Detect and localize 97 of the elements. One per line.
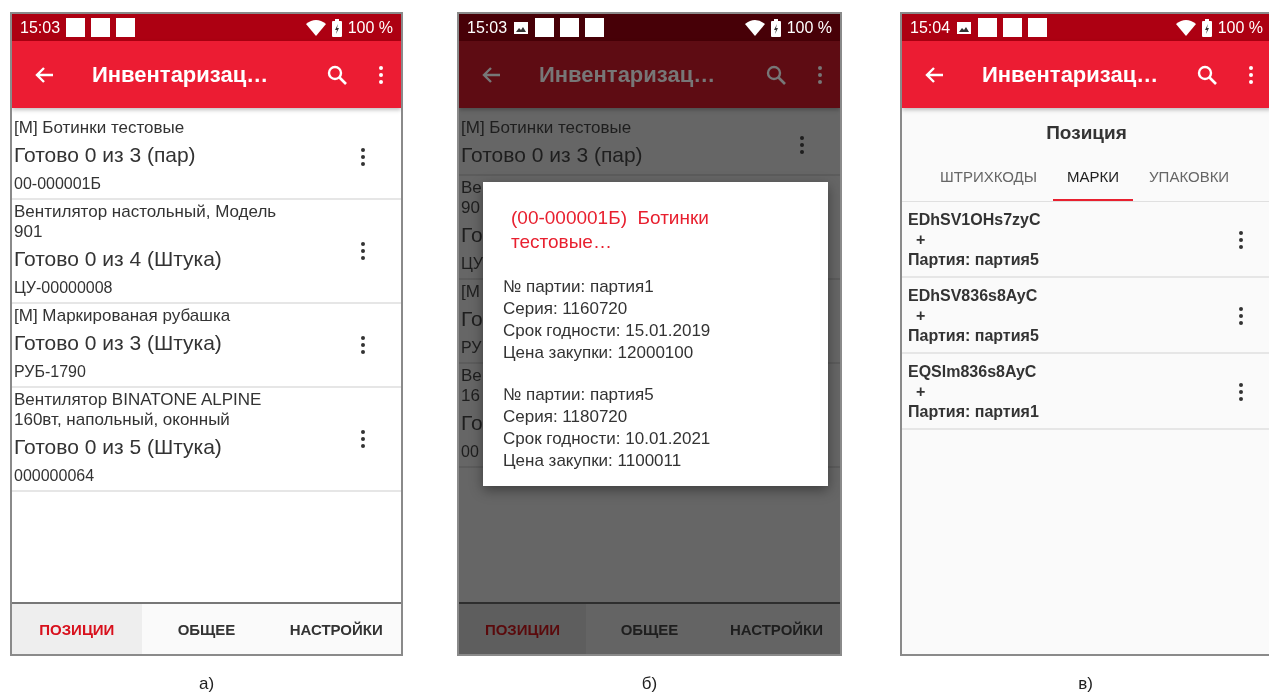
screen-title: Инвентаризац… (982, 61, 1160, 88)
clock-time: 15:03 (467, 18, 508, 37)
item-code: 00 (461, 442, 479, 462)
count-text: Го (461, 410, 483, 436)
item-name: Ве (461, 366, 482, 386)
battery-percent: 100 % (786, 18, 832, 37)
back-arrow-icon[interactable] (481, 65, 501, 84)
batch-detail: Серия: 1160720 (503, 298, 629, 320)
batch-label: Партия: партия5 (908, 326, 1040, 346)
batch-detail: Срок годности: 15.01.2019 (503, 320, 712, 342)
notification-icon (560, 18, 580, 37)
battery-icon (1201, 18, 1212, 37)
count-text: Готово 0 из 4 (Штука) (14, 246, 222, 272)
notification-icon (1003, 18, 1023, 37)
batch-detail: Цена закупки: 1100011 (503, 450, 683, 472)
notification-icon (585, 18, 605, 37)
plus-sign: + (915, 230, 927, 250)
screen-title: Инвентаризац… (539, 61, 717, 88)
item-name: [М] Ботинки тестовые (461, 118, 632, 138)
figure-caption: б) (641, 674, 658, 694)
item-name: 90 (461, 198, 480, 218)
wifi-icon (1175, 19, 1196, 36)
item-code: 000000064 (14, 466, 95, 486)
battery-percent: 100 % (1217, 18, 1263, 37)
more-options-icon[interactable] (361, 430, 365, 448)
battery-icon (770, 18, 781, 37)
image-icon (513, 19, 530, 36)
item-name: Вентилятор BINATONE ALPINE 160вт, напольный, оконный (14, 390, 263, 430)
wifi-icon (305, 19, 326, 36)
notification-icon (91, 18, 111, 37)
tab[interactable]: УПАКОВКИ (1135, 160, 1244, 201)
figure-caption: а) (198, 674, 215, 694)
more-options-icon[interactable] (1239, 307, 1243, 325)
batch-detail: № партии: партия1 (503, 276, 655, 298)
batch-detail: Цена закупки: 12000100 (503, 342, 695, 364)
section-heading: Позиция (1045, 121, 1128, 145)
notification-icon (978, 18, 998, 37)
bottom-tab[interactable]: ОБЩЕЕ (141, 604, 272, 654)
item-name: [М (461, 282, 480, 302)
clock-time: 15:03 (20, 18, 61, 37)
count-text: Готово 0 из 3 (Штука) (14, 330, 222, 356)
wifi-icon (744, 19, 765, 36)
item-name: [М] Маркированая рубашка (14, 306, 231, 326)
batch-detail: Срок годности: 10.01.2021 (503, 428, 712, 450)
tab[interactable]: МАРКИ (1053, 160, 1134, 201)
item-name: Ве (461, 178, 482, 198)
notification-icon (1028, 18, 1048, 37)
figure-caption: в) (1078, 674, 1093, 694)
item-name: Вентилятор настольный, Модель 901 (14, 202, 278, 242)
tab[interactable]: ШТРИХКОДЫ (926, 160, 1052, 201)
more-options-icon[interactable] (361, 148, 365, 166)
position-item[interactable]: [М] Маркированая рубашка Готово 0 из 3 (Штука) РУБ-1790 (12, 304, 401, 388)
search-icon[interactable] (766, 64, 786, 85)
search-icon[interactable] (327, 64, 347, 85)
item-name: [М] Ботинки тестовые (14, 118, 185, 138)
bottom-tab[interactable]: НАСТРОЙКИ (271, 604, 401, 654)
mark-item[interactable]: EDhSV836s8AyC + Партия: партия5 (902, 278, 1269, 354)
screen-title: Инвентаризац… (92, 61, 270, 88)
battery-icon (331, 18, 342, 37)
count-text: Го (461, 222, 483, 248)
batch-detail: № партии: партия5 (503, 384, 655, 406)
batch-label: Партия: партия1 (908, 402, 1040, 422)
more-options-icon[interactable] (1239, 231, 1243, 249)
mark-code: EDhSV1OHs7zyC (908, 210, 1042, 230)
position-item[interactable]: Вентилятор настольный, Модель 901 Готово 0 из 4 (Штука) ЦУ-00000008 (12, 200, 401, 304)
more-options-icon[interactable] (361, 336, 365, 354)
item-code: РУБ-1790 (14, 362, 86, 382)
batch-detail: Серия: 1180720 (503, 406, 629, 428)
position-item[interactable]: Вентилятор BINATONE ALPINE 160вт, напольный, оконный Готово 0 из 5 (Штука) 000000064 (12, 388, 401, 492)
item-code: 00-000001Б (14, 174, 101, 194)
bottom-tab[interactable]: ПОЗИЦИИ (12, 604, 142, 654)
more-options-icon[interactable] (361, 242, 365, 260)
item-name: 16 (461, 386, 480, 406)
clock-time: 15:04 (910, 18, 951, 37)
plus-sign: + (915, 382, 927, 402)
item-code: РУ (461, 338, 482, 358)
item-code: ЦУ (461, 254, 483, 274)
search-icon[interactable] (1197, 64, 1217, 85)
battery-percent: 100 % (347, 18, 393, 37)
item-code: ЦУ-00000008 (14, 278, 113, 298)
count-text: Готово 0 из 5 (Штука) (14, 434, 222, 460)
notification-icon (535, 18, 555, 37)
mark-code: EQSlm836s8AyC (908, 362, 1038, 382)
notification-icon (116, 18, 136, 37)
plus-sign: + (915, 306, 927, 326)
count-text: Готово 0 из 3 (пар) (461, 142, 643, 168)
image-icon (956, 19, 973, 36)
mark-item[interactable]: EDhSV1OHs7zyC + Партия: партия5 (902, 202, 1269, 278)
mark-item[interactable]: EQSlm836s8AyC + Партия: партия1 (902, 354, 1269, 430)
dialog-title: (00-000001Б) Ботинки тестовые… (510, 206, 710, 254)
count-text: Го (461, 306, 483, 332)
count-text: Готово 0 из 3 (пар) (14, 142, 196, 168)
notification-icon (66, 18, 86, 37)
position-item[interactable]: [М] Ботинки тестовые Готово 0 из 3 (пар) 00-000001Б (12, 116, 401, 200)
batch-label: Партия: партия5 (908, 250, 1040, 270)
mark-code: EDhSV836s8AyC (908, 286, 1039, 306)
more-options-icon[interactable] (1239, 383, 1243, 401)
